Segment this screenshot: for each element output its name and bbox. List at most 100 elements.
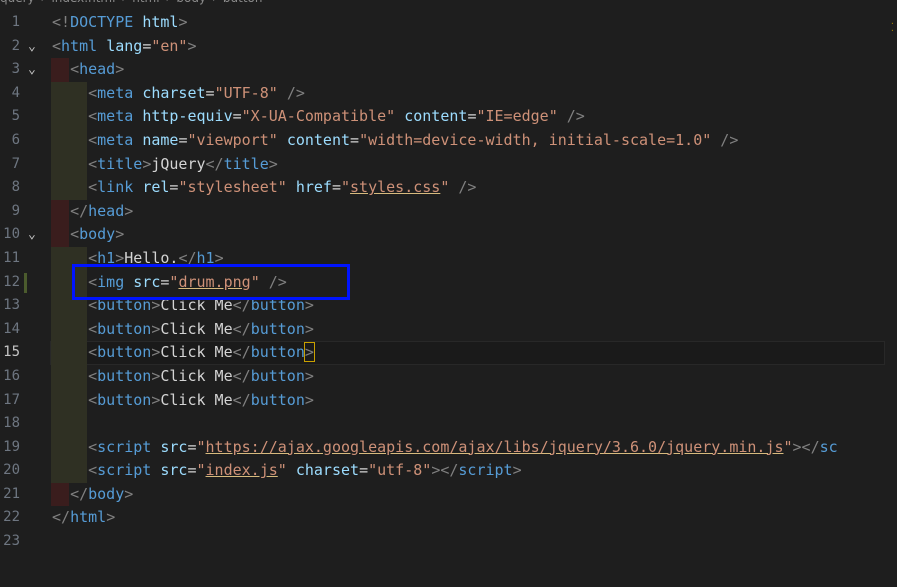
code-line[interactable]: 8 <link rel="stylesheet" href="styles.cs… <box>0 176 897 200</box>
code-token: < <box>88 154 98 173</box>
code-line[interactable]: 23 <box>0 530 897 554</box>
code-token: > <box>304 366 314 385</box>
code-text[interactable]: <!DOCTYPE html> <box>52 11 187 35</box>
code-text[interactable]: <head> <box>52 58 124 82</box>
code-token: charset <box>142 83 206 102</box>
code-line[interactable]: 18 <box>0 412 897 436</box>
breadcrumb-item[interactable]: body <box>176 0 206 5</box>
line-number: 2 <box>11 37 20 54</box>
line-number: 5 <box>11 108 20 125</box>
code-editor[interactable]: 1 <!DOCTYPE html> 2 ⌄ <html lang="en"> 3 ⌄ <he… <box>0 11 897 554</box>
fold-chevron-icon[interactable]: ⌄ <box>28 223 42 247</box>
code-token: Click Me <box>160 366 233 385</box>
line-number: 16 <box>3 367 20 384</box>
code-token: < <box>70 225 80 244</box>
code-token: " <box>196 437 206 456</box>
breadcrumb-item[interactable]: index.html <box>51 0 115 5</box>
code-token: = <box>142 36 152 55</box>
code-line[interactable]: 16 <button>Click Me</button> <box>0 364 897 389</box>
code-text[interactable]: </body> <box>52 483 133 507</box>
code-text[interactable]: </head> <box>52 200 133 224</box>
code-text[interactable]: <button>Click Me</button> <box>52 389 314 413</box>
code-line[interactable]: 12 <img src="drum.png" /> <box>0 270 897 295</box>
code-text[interactable]: <button>Click Me</button> <box>52 318 314 342</box>
line-number: 10 <box>3 226 20 243</box>
fold-chevron-icon[interactable]: ⌄ <box>28 58 42 82</box>
code-text[interactable]: <script src="https://ajax.googleapis.com… <box>52 436 838 460</box>
code-line[interactable]: 1 <!DOCTYPE html> <box>0 11 897 35</box>
code-token: title <box>223 154 269 173</box>
code-token: "stylesheet" <box>178 178 287 197</box>
code-text[interactable]: <h1>Hello.</h1> <box>52 247 223 271</box>
code-token: h1 <box>196 248 215 267</box>
line-number: 11 <box>3 249 20 266</box>
code-token: ></ <box>431 461 459 480</box>
code-token: < <box>88 178 98 197</box>
code-line[interactable]: 3 ⌄ <head> <box>0 58 897 82</box>
code-line[interactable]: 13 <button>Click Me</button> <box>0 294 897 318</box>
code-token: body <box>79 225 116 244</box>
code-text[interactable]: <button>Click Me</button> <box>52 365 314 389</box>
code-line[interactable]: 21 </body> <box>0 482 897 507</box>
line-number: 19 <box>3 438 20 455</box>
code-line[interactable]: 17 <button>Click Me</button> <box>0 388 897 413</box>
line-number: 7 <box>11 155 20 172</box>
code-line[interactable]: 10 ⌄ <body> <box>0 223 897 247</box>
code-text[interactable]: <meta name="viewport" content="width=dev… <box>52 129 738 153</box>
code-token: meta <box>97 107 134 126</box>
code-line[interactable]: 2 ⌄ <html lang="en"> <box>0 35 897 59</box>
code-text[interactable]: <img src="drum.png" /> <box>52 271 287 295</box>
code-line[interactable]: 7 <title>jQuery</title> <box>0 152 897 177</box>
code-line[interactable]: 19 <script src="https://ajax.googleapis.… <box>0 435 897 460</box>
code-token: < <box>52 36 62 55</box>
code-text[interactable]: <meta http-equiv="X-UA-Compatible" conte… <box>52 105 585 129</box>
code-text[interactable]: <title>jQuery</title> <box>52 153 278 177</box>
code-text[interactable]: <button>Click Me</button> <box>52 294 314 318</box>
code-text[interactable]: </html> <box>52 506 115 530</box>
code-token: drum.png <box>178 272 251 291</box>
breadcrumb-item[interactable]: html <box>132 0 159 5</box>
code-token: > <box>303 342 315 363</box>
code-token: </ <box>178 248 197 267</box>
code-token: = <box>331 178 341 197</box>
code-text[interactable]: <html lang="en"> <box>52 35 197 59</box>
breadcrumb-item[interactable]: query <box>0 0 35 5</box>
code-line[interactable]: 9 </head> <box>0 199 897 224</box>
code-token: src <box>133 272 161 291</box>
code-text[interactable]: <button>Click Me</button> <box>52 341 315 365</box>
code-text[interactable]: <meta charset="UTF-8" /> <box>52 82 305 106</box>
code-token: src <box>160 437 188 456</box>
overview-ruler-marker: · · <box>890 19 895 35</box>
code-line[interactable]: 5 <meta http-equiv="X-UA-Compatible" con… <box>0 105 897 129</box>
code-line[interactable]: 20 <script src="index.js" charset="utf-8… <box>0 459 897 483</box>
code-line[interactable]: 11 <h1>Hello.</h1> <box>0 246 897 271</box>
code-line[interactable]: 4 <meta charset="UTF-8" /> <box>0 81 897 106</box>
fold-chevron-icon[interactable]: ⌄ <box>28 35 42 59</box>
code-line[interactable]: 22 </html> <box>0 506 897 530</box>
breadcrumb: query › index.html › html › body › button <box>0 0 897 7</box>
code-token: link <box>97 178 134 197</box>
code-text[interactable]: <link rel="stylesheet" href="styles.css"… <box>52 176 476 200</box>
code-token: < <box>88 461 98 480</box>
code-line[interactable]: 15 <button>Click Me</button> <box>0 341 897 365</box>
code-text[interactable]: <script src="index.js" charset="utf-8"><… <box>52 459 522 483</box>
code-text[interactable]: <body> <box>52 223 124 247</box>
line-number: 18 <box>3 415 20 432</box>
code-token: button <box>250 390 305 409</box>
code-token: title <box>97 154 143 173</box>
code-line[interactable]: 6 <meta name="viewport" content="width=d… <box>0 128 897 153</box>
code-token: Click Me <box>160 296 233 315</box>
code-line[interactable]: 14 <button>Click Me</button> <box>0 317 897 342</box>
line-number: 15 <box>3 344 20 361</box>
breadcrumb-item[interactable]: button <box>223 0 263 5</box>
